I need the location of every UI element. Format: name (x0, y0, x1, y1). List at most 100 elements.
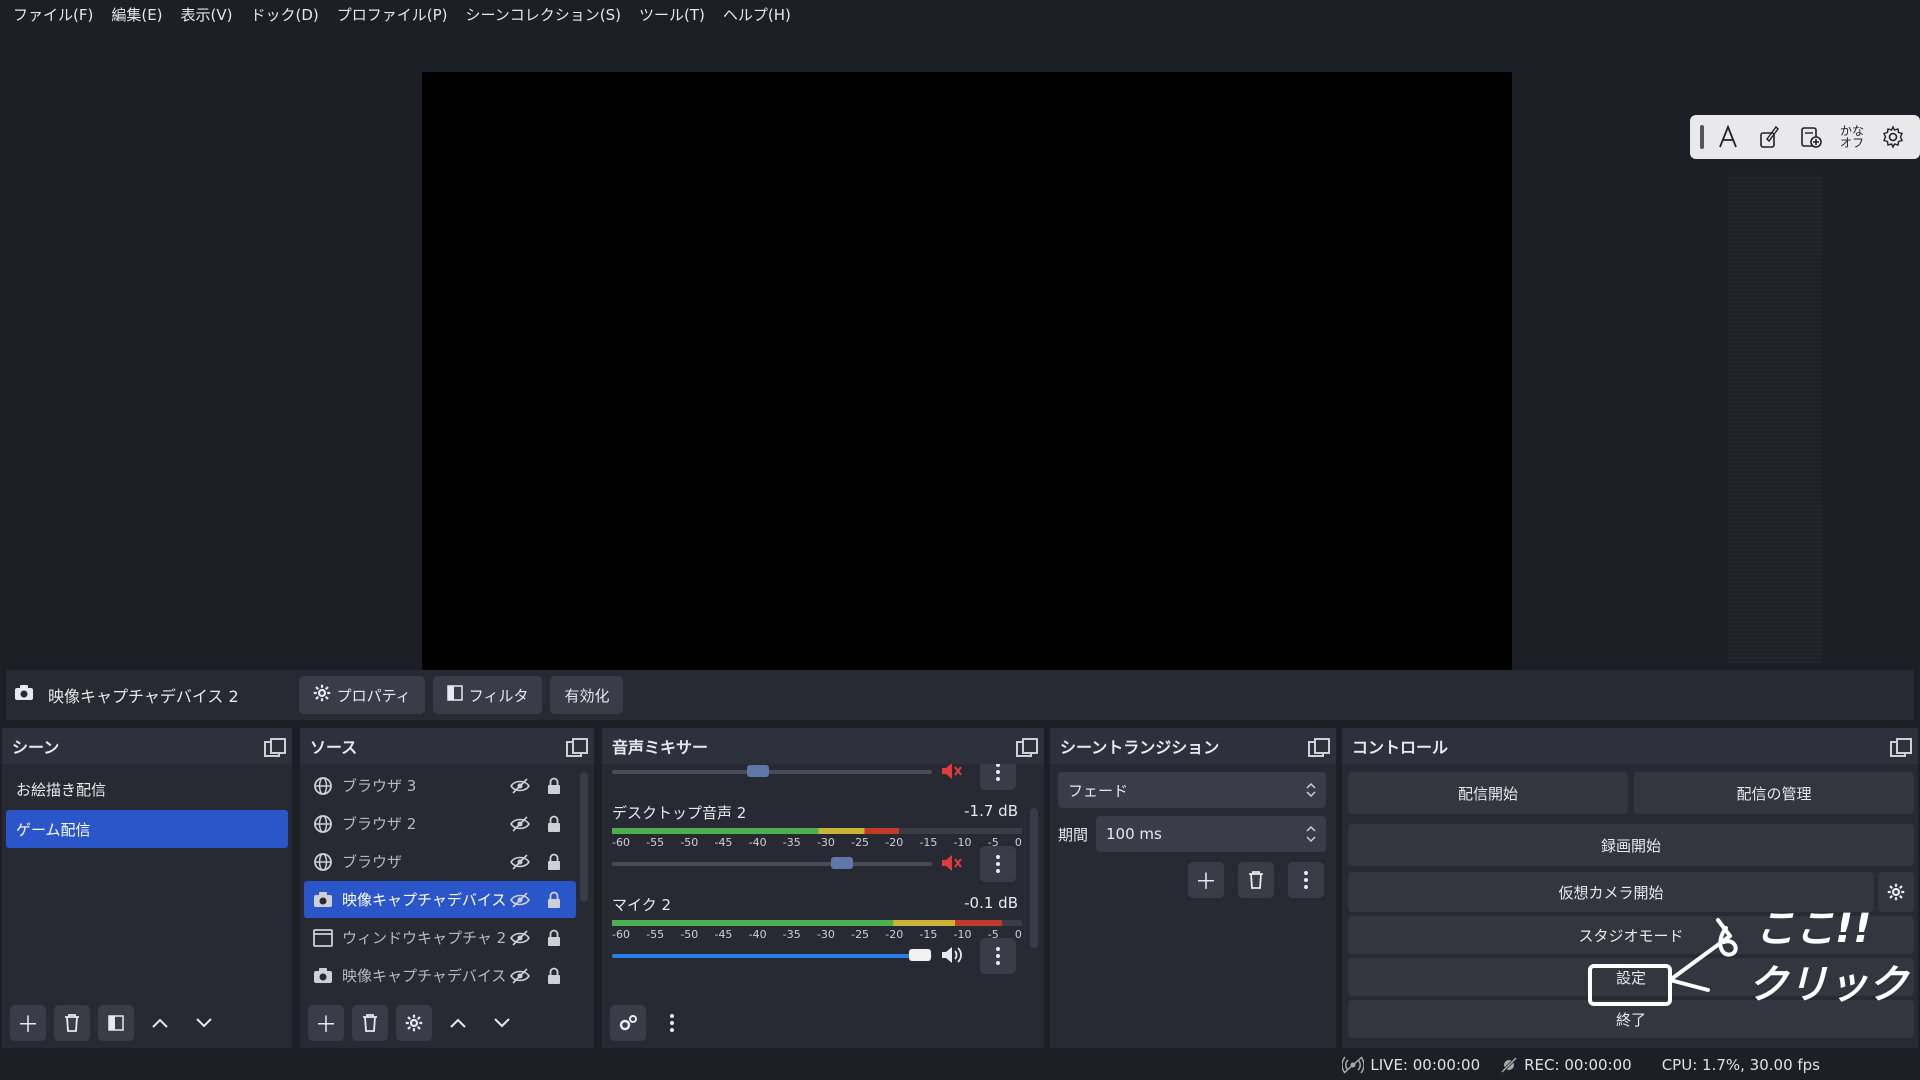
ime-handle-icon[interactable] (1699, 125, 1704, 149)
undock-icon[interactable] (1308, 738, 1330, 757)
scene-item-selected[interactable]: ゲーム配信 (6, 810, 288, 848)
speaker-muted-icon[interactable] (940, 764, 964, 782)
activate-button[interactable]: 有効化 (550, 676, 624, 714)
visibility-hidden-icon[interactable] (508, 774, 532, 798)
studio-mode-label: スタジオモード (1578, 926, 1684, 945)
meter-tick-label: -30 (816, 836, 835, 849)
lock-icon[interactable] (542, 964, 566, 988)
menu-profile[interactable]: プロファイル(P) (328, 0, 457, 30)
chevron-up-icon (450, 1018, 466, 1028)
add-scene-button[interactable]: ＋ (10, 1005, 46, 1041)
updown-arrow-icon (1306, 782, 1316, 798)
menu-edit[interactable]: 編集(E) (102, 0, 171, 30)
source-item[interactable]: ブラウザ 2 (304, 805, 576, 842)
manage-broadcast-button[interactable]: 配信の管理 (1634, 772, 1914, 814)
undock-icon[interactable] (566, 738, 588, 757)
lock-icon[interactable] (542, 774, 566, 798)
undock-icon[interactable] (1890, 738, 1912, 757)
move-source-up-button[interactable] (440, 1005, 476, 1041)
scene-filters-button[interactable] (98, 1005, 134, 1041)
channel-menu-button[interactable] (980, 846, 1016, 882)
remove-transition-button[interactable] (1238, 862, 1274, 898)
menu-file[interactable]: ファイル(F) (4, 0, 102, 30)
ime-handwriting-icon[interactable] (1752, 120, 1786, 154)
volume-slider-handle[interactable] (909, 949, 931, 961)
studio-mode-button[interactable]: スタジオモード (1348, 916, 1914, 954)
move-source-down-button[interactable] (484, 1005, 520, 1041)
virtual-camera-settings-button[interactable] (1878, 872, 1914, 912)
duration-spinbox[interactable]: 100 ms (1096, 816, 1326, 852)
properties-button[interactable]: プロパティ (298, 676, 425, 714)
controls-dock: コントロール 配信開始 配信の管理 録画開始 仮想カメラ開始 スタジオモード 設… (1342, 728, 1918, 1048)
remove-scene-button[interactable] (54, 1005, 90, 1041)
trash-icon (65, 1014, 79, 1032)
lock-icon[interactable] (542, 926, 566, 950)
mixer-scrollbar[interactable] (1030, 808, 1038, 948)
add-transition-button[interactable]: ＋ (1188, 862, 1224, 898)
visibility-hidden-icon[interactable] (508, 888, 532, 912)
menu-view[interactable]: 表示(V) (172, 0, 242, 30)
settings-button[interactable]: 設定 (1348, 958, 1914, 996)
move-scene-down-button[interactable] (186, 1005, 222, 1041)
filters-button[interactable]: フィルタ (432, 676, 543, 714)
transition-menu-button[interactable] (1288, 862, 1324, 898)
channel-menu-button[interactable] (980, 764, 1016, 790)
ime-kana-off-button[interactable]: かな オフ (1835, 120, 1869, 154)
speaker-icon[interactable] (940, 944, 964, 966)
channel-menu-button[interactable] (980, 938, 1016, 974)
meter-tick-label: -20 (885, 928, 904, 941)
spin-arrows-icon (1306, 825, 1316, 843)
scene-item[interactable]: お絵描き配信 (6, 770, 288, 808)
source-item-label: ブラウザ (342, 853, 403, 871)
undock-icon[interactable] (1016, 738, 1038, 757)
trash-icon (363, 1014, 377, 1032)
source-item[interactable]: 映像キャプチャデバイス 2 (304, 881, 576, 918)
gear-icon (405, 1014, 423, 1032)
volume-slider[interactable] (612, 949, 932, 961)
visibility-hidden-icon[interactable] (508, 850, 532, 874)
source-list: ブラウザ 3 ブラウザ 2 ブラウザ映像キャプチャデバイス 2 ウィンドウキャプチャ … (300, 764, 580, 994)
remove-source-button[interactable] (352, 1005, 388, 1041)
source-properties-button[interactable] (396, 1005, 432, 1041)
lock-icon[interactable] (542, 812, 566, 836)
menu-docks[interactable]: ドック(D) (242, 0, 328, 30)
mixer-menu-button[interactable] (654, 1005, 690, 1041)
menu-tools[interactable]: ツール(T) (630, 0, 714, 30)
undock-icon[interactable] (264, 738, 286, 757)
menu-scene-collection[interactable]: シーンコレクション(S) (457, 0, 630, 30)
volume-slider[interactable] (612, 765, 932, 777)
volume-slider-handle[interactable] (747, 765, 769, 777)
exit-button[interactable]: 終了 (1348, 1000, 1914, 1038)
lock-icon[interactable] (542, 888, 566, 912)
volume-slider-handle[interactable] (831, 857, 853, 869)
start-streaming-button[interactable]: 配信開始 (1348, 772, 1628, 814)
ime-settings-gear-icon[interactable] (1876, 120, 1910, 154)
start-virtual-camera-button[interactable]: 仮想カメラ開始 (1348, 872, 1874, 912)
add-source-button[interactable]: ＋ (308, 1005, 344, 1041)
start-recording-label: 録画開始 (1600, 836, 1661, 855)
scenes-dock: シーン お絵描き配信 ゲーム配信 ＋ (2, 728, 292, 1048)
source-list-scrollbar[interactable] (580, 772, 588, 902)
source-item[interactable]: ブラウザ 3 (304, 767, 576, 804)
kebab-menu-icon (670, 1014, 674, 1032)
visibility-hidden-icon[interactable] (508, 964, 532, 988)
camera-icon (312, 965, 334, 987)
mixer-toolbar (602, 998, 1044, 1048)
visibility-hidden-icon[interactable] (508, 926, 532, 950)
move-scene-up-button[interactable] (142, 1005, 178, 1041)
meter-ticks: -60 -55 -50 -45 -40 -35 -30 -25 -20 -15 -10 -5 0 (612, 836, 1022, 849)
advanced-audio-button[interactable] (610, 1005, 646, 1041)
ime-font-icon[interactable] (1711, 120, 1745, 154)
start-recording-button[interactable]: 録画開始 (1348, 824, 1914, 866)
menu-help[interactable]: ヘルプ(H) (714, 0, 800, 30)
lock-icon[interactable] (542, 850, 566, 874)
ime-dictionary-icon[interactable] (1794, 120, 1828, 154)
preview-canvas[interactable] (422, 72, 1512, 686)
source-item[interactable]: 映像キャプチャデバイス (304, 957, 576, 994)
source-item[interactable]: ブラウザ (304, 843, 576, 880)
transition-select[interactable]: フェード (1058, 772, 1326, 808)
speaker-muted-icon[interactable] (940, 852, 964, 874)
source-item[interactable]: ウィンドウキャプチャ 2 (304, 919, 576, 956)
volume-slider[interactable] (612, 857, 932, 869)
visibility-hidden-icon[interactable] (508, 812, 532, 836)
